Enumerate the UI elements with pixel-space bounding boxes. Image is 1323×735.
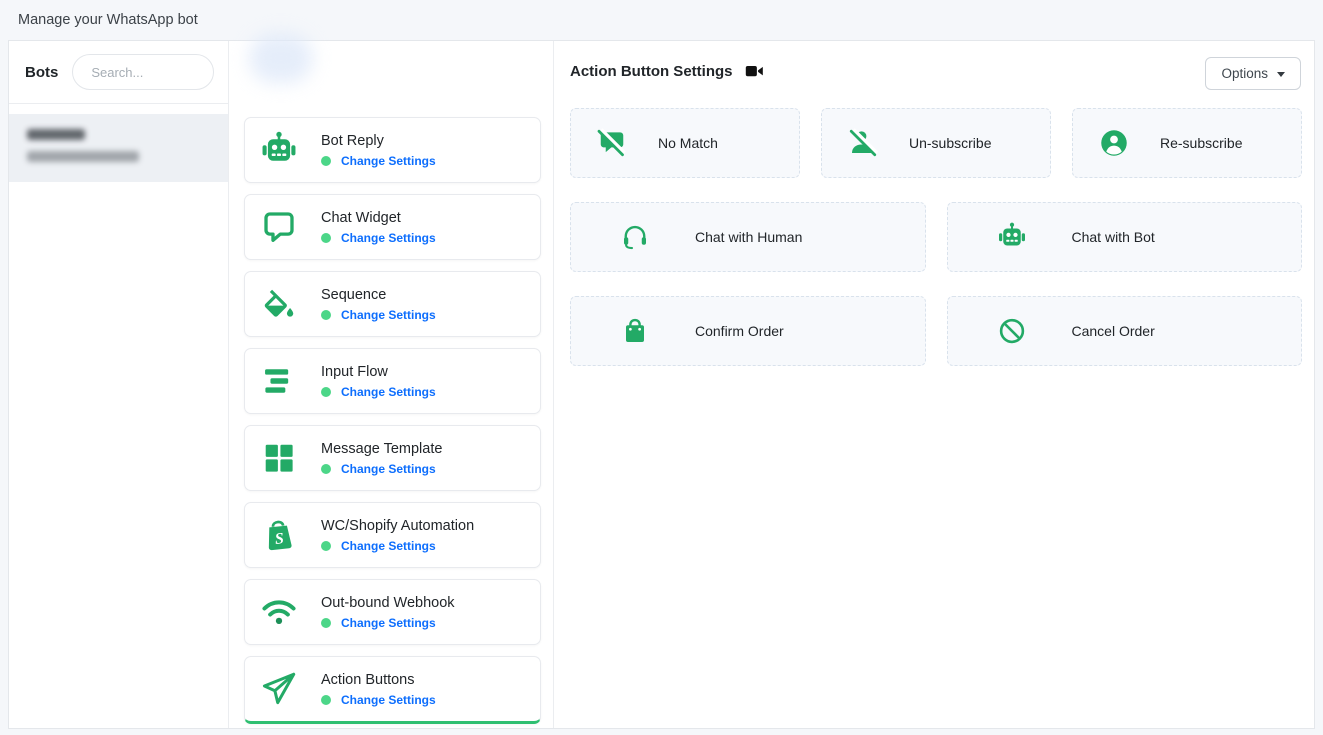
ban-icon xyxy=(996,315,1028,347)
action-button-unsubscribe[interactable]: Un-subscribe xyxy=(821,108,1051,178)
main-container: Bots Bot Reply Change Settings xyxy=(8,40,1315,729)
panel-title: Action Button Settings xyxy=(570,63,732,80)
headset-icon xyxy=(619,221,651,253)
feature-title: Message Template xyxy=(321,441,442,457)
person-off-icon xyxy=(847,127,879,159)
caret-down-icon xyxy=(1277,72,1285,77)
status-dot xyxy=(321,310,331,320)
features-column: Bot Reply Change Settings Chat Widget Ch… xyxy=(229,41,554,728)
action-button-label: Chat with Bot xyxy=(1072,229,1155,245)
change-settings-link[interactable]: Change Settings xyxy=(341,693,436,707)
action-button-cancel-order[interactable]: Cancel Order xyxy=(947,296,1303,366)
action-button-label: Chat with Human xyxy=(695,229,802,245)
change-settings-link[interactable]: Change Settings xyxy=(341,231,436,245)
change-settings-link[interactable]: Change Settings xyxy=(341,308,436,322)
action-button-resubscribe[interactable]: Re-subscribe xyxy=(1072,108,1302,178)
bars-icon xyxy=(259,361,299,401)
feature-title: Bot Reply xyxy=(321,133,436,149)
shopify-bag-icon: S xyxy=(259,515,299,555)
feature-title: Chat Widget xyxy=(321,210,436,226)
status-dot xyxy=(321,541,331,551)
search-input[interactable] xyxy=(72,54,214,90)
sidebar-header: Bots xyxy=(9,41,228,104)
feature-title: Sequence xyxy=(321,287,436,303)
panel-header: Action Button Settings xyxy=(570,63,764,80)
status-dot xyxy=(321,695,331,705)
status-dot xyxy=(321,156,331,166)
shopping-bag-icon xyxy=(619,315,651,347)
status-dot xyxy=(321,464,331,474)
robot-icon xyxy=(996,221,1028,253)
change-settings-link[interactable]: Change Settings xyxy=(341,154,436,168)
feature-card-outbound-webhook[interactable]: Out-bound Webhook Change Settings xyxy=(244,579,541,645)
options-button[interactable]: Options xyxy=(1205,57,1301,90)
feature-card-wc-shopify[interactable]: S WC/Shopify Automation Change Settings xyxy=(244,502,541,568)
action-button-label: Re-subscribe xyxy=(1160,135,1242,151)
feature-card-message-template[interactable]: Message Template Change Settings xyxy=(244,425,541,491)
redacted-bot-name xyxy=(27,129,85,140)
sidebar-title: Bots xyxy=(25,64,58,81)
redacted-bot-phone xyxy=(27,151,139,162)
feature-card-input-flow[interactable]: Input Flow Change Settings xyxy=(244,348,541,414)
action-button-label: Un-subscribe xyxy=(909,135,991,151)
grid-icon xyxy=(259,438,299,478)
action-button-chat-with-human[interactable]: Chat with Human xyxy=(570,202,926,272)
options-button-label: Options xyxy=(1221,66,1268,81)
feature-title: Action Buttons xyxy=(321,672,436,688)
video-camera-icon[interactable] xyxy=(745,64,764,79)
action-button-confirm-order[interactable]: Confirm Order xyxy=(570,296,926,366)
feature-title: WC/Shopify Automation xyxy=(321,518,474,534)
feature-card-bot-reply[interactable]: Bot Reply Change Settings xyxy=(244,117,541,183)
action-button-settings-panel: Action Button Settings Options No Match xyxy=(554,41,1314,728)
person-circle-icon xyxy=(1098,127,1130,159)
feature-title: Input Flow xyxy=(321,364,436,380)
change-settings-link[interactable]: Change Settings xyxy=(341,616,436,630)
chat-off-icon xyxy=(596,127,628,159)
redacted-avatar xyxy=(249,33,313,83)
change-settings-link[interactable]: Change Settings xyxy=(341,385,436,399)
robot-icon xyxy=(259,130,299,170)
chat-bubble-icon xyxy=(259,207,299,247)
feature-card-list: Bot Reply Change Settings Chat Widget Ch… xyxy=(244,117,541,735)
action-button-label: No Match xyxy=(658,135,718,151)
status-dot xyxy=(321,387,331,397)
change-settings-link[interactable]: Change Settings xyxy=(341,462,436,476)
wifi-icon xyxy=(259,592,299,632)
action-button-no-match[interactable]: No Match xyxy=(570,108,800,178)
feature-card-chat-widget[interactable]: Chat Widget Change Settings xyxy=(244,194,541,260)
status-dot xyxy=(321,618,331,628)
feature-title: Out-bound Webhook xyxy=(321,595,455,611)
status-dot xyxy=(321,233,331,243)
action-buttons-grid: No Match Un-subscribe Re-subscribe xyxy=(570,108,1302,390)
page-title: Manage your WhatsApp bot xyxy=(18,12,198,28)
svg-text:S: S xyxy=(274,530,285,548)
action-button-label: Cancel Order xyxy=(1072,323,1155,339)
action-button-chat-with-bot[interactable]: Chat with Bot xyxy=(947,202,1303,272)
top-bar: Manage your WhatsApp bot xyxy=(0,0,1323,40)
paint-fill-icon xyxy=(259,284,299,324)
change-settings-link[interactable]: Change Settings xyxy=(341,539,436,553)
action-button-label: Confirm Order xyxy=(695,323,784,339)
bot-list-item-selected[interactable] xyxy=(9,114,228,182)
feature-card-action-buttons[interactable]: Action Buttons Change Settings xyxy=(244,656,541,724)
bots-sidebar: Bots xyxy=(9,41,229,728)
paper-plane-icon xyxy=(259,669,299,709)
feature-card-sequence[interactable]: Sequence Change Settings xyxy=(244,271,541,337)
